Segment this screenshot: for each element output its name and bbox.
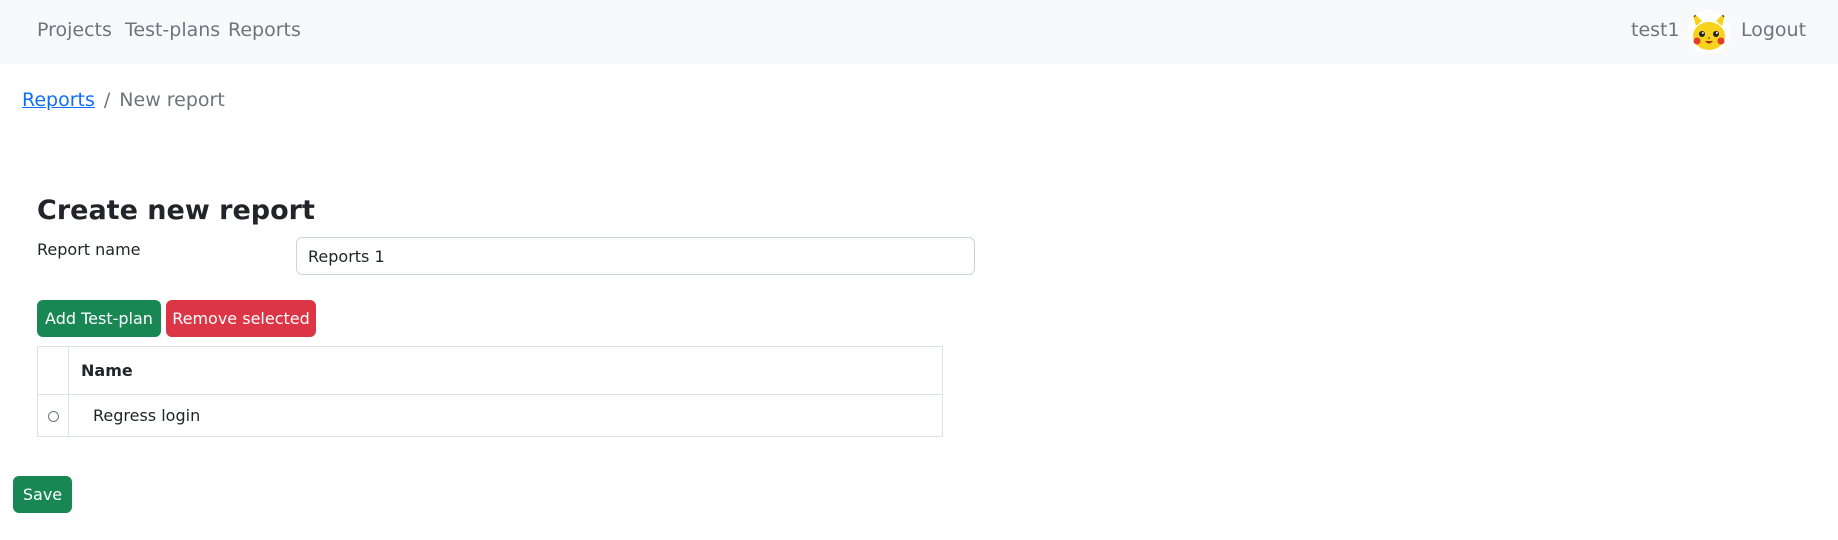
test-plans-table: Name Regress login (37, 346, 943, 437)
table-header-row: Name (37, 346, 943, 395)
remove-selected-button[interactable]: Remove selected (166, 300, 316, 337)
nav-link-test-plans[interactable]: Test-plans (125, 19, 220, 41)
breadcrumb-current: New report (119, 89, 225, 111)
username-label: test1 (1631, 19, 1680, 41)
nav-link-reports[interactable]: Reports (228, 19, 301, 41)
breadcrumb-reports-link[interactable]: Reports (22, 89, 95, 111)
report-name-label: Report name (37, 240, 141, 259)
row-select-radio[interactable] (47, 411, 59, 422)
table-row: Regress login (37, 394, 943, 437)
report-name-input[interactable] (296, 237, 975, 275)
breadcrumb: Reports / New report (22, 89, 225, 111)
pikachu-avatar-icon (1687, 10, 1731, 54)
top-navbar: Projects Test-plans Reports test1 Logout (0, 0, 1838, 64)
save-button[interactable]: Save (13, 476, 72, 513)
add-test-plan-button[interactable]: Add Test-plan (37, 300, 161, 337)
logout-link[interactable]: Logout (1741, 19, 1806, 41)
name-column-header: Name (68, 346, 943, 395)
select-cell (37, 394, 69, 437)
select-header-cell (37, 346, 69, 395)
test-plan-name-cell: Regress login (68, 394, 943, 437)
page-title: Create new report (37, 195, 315, 226)
breadcrumb-separator: / (103, 89, 111, 111)
nav-link-projects[interactable]: Projects (37, 19, 112, 41)
